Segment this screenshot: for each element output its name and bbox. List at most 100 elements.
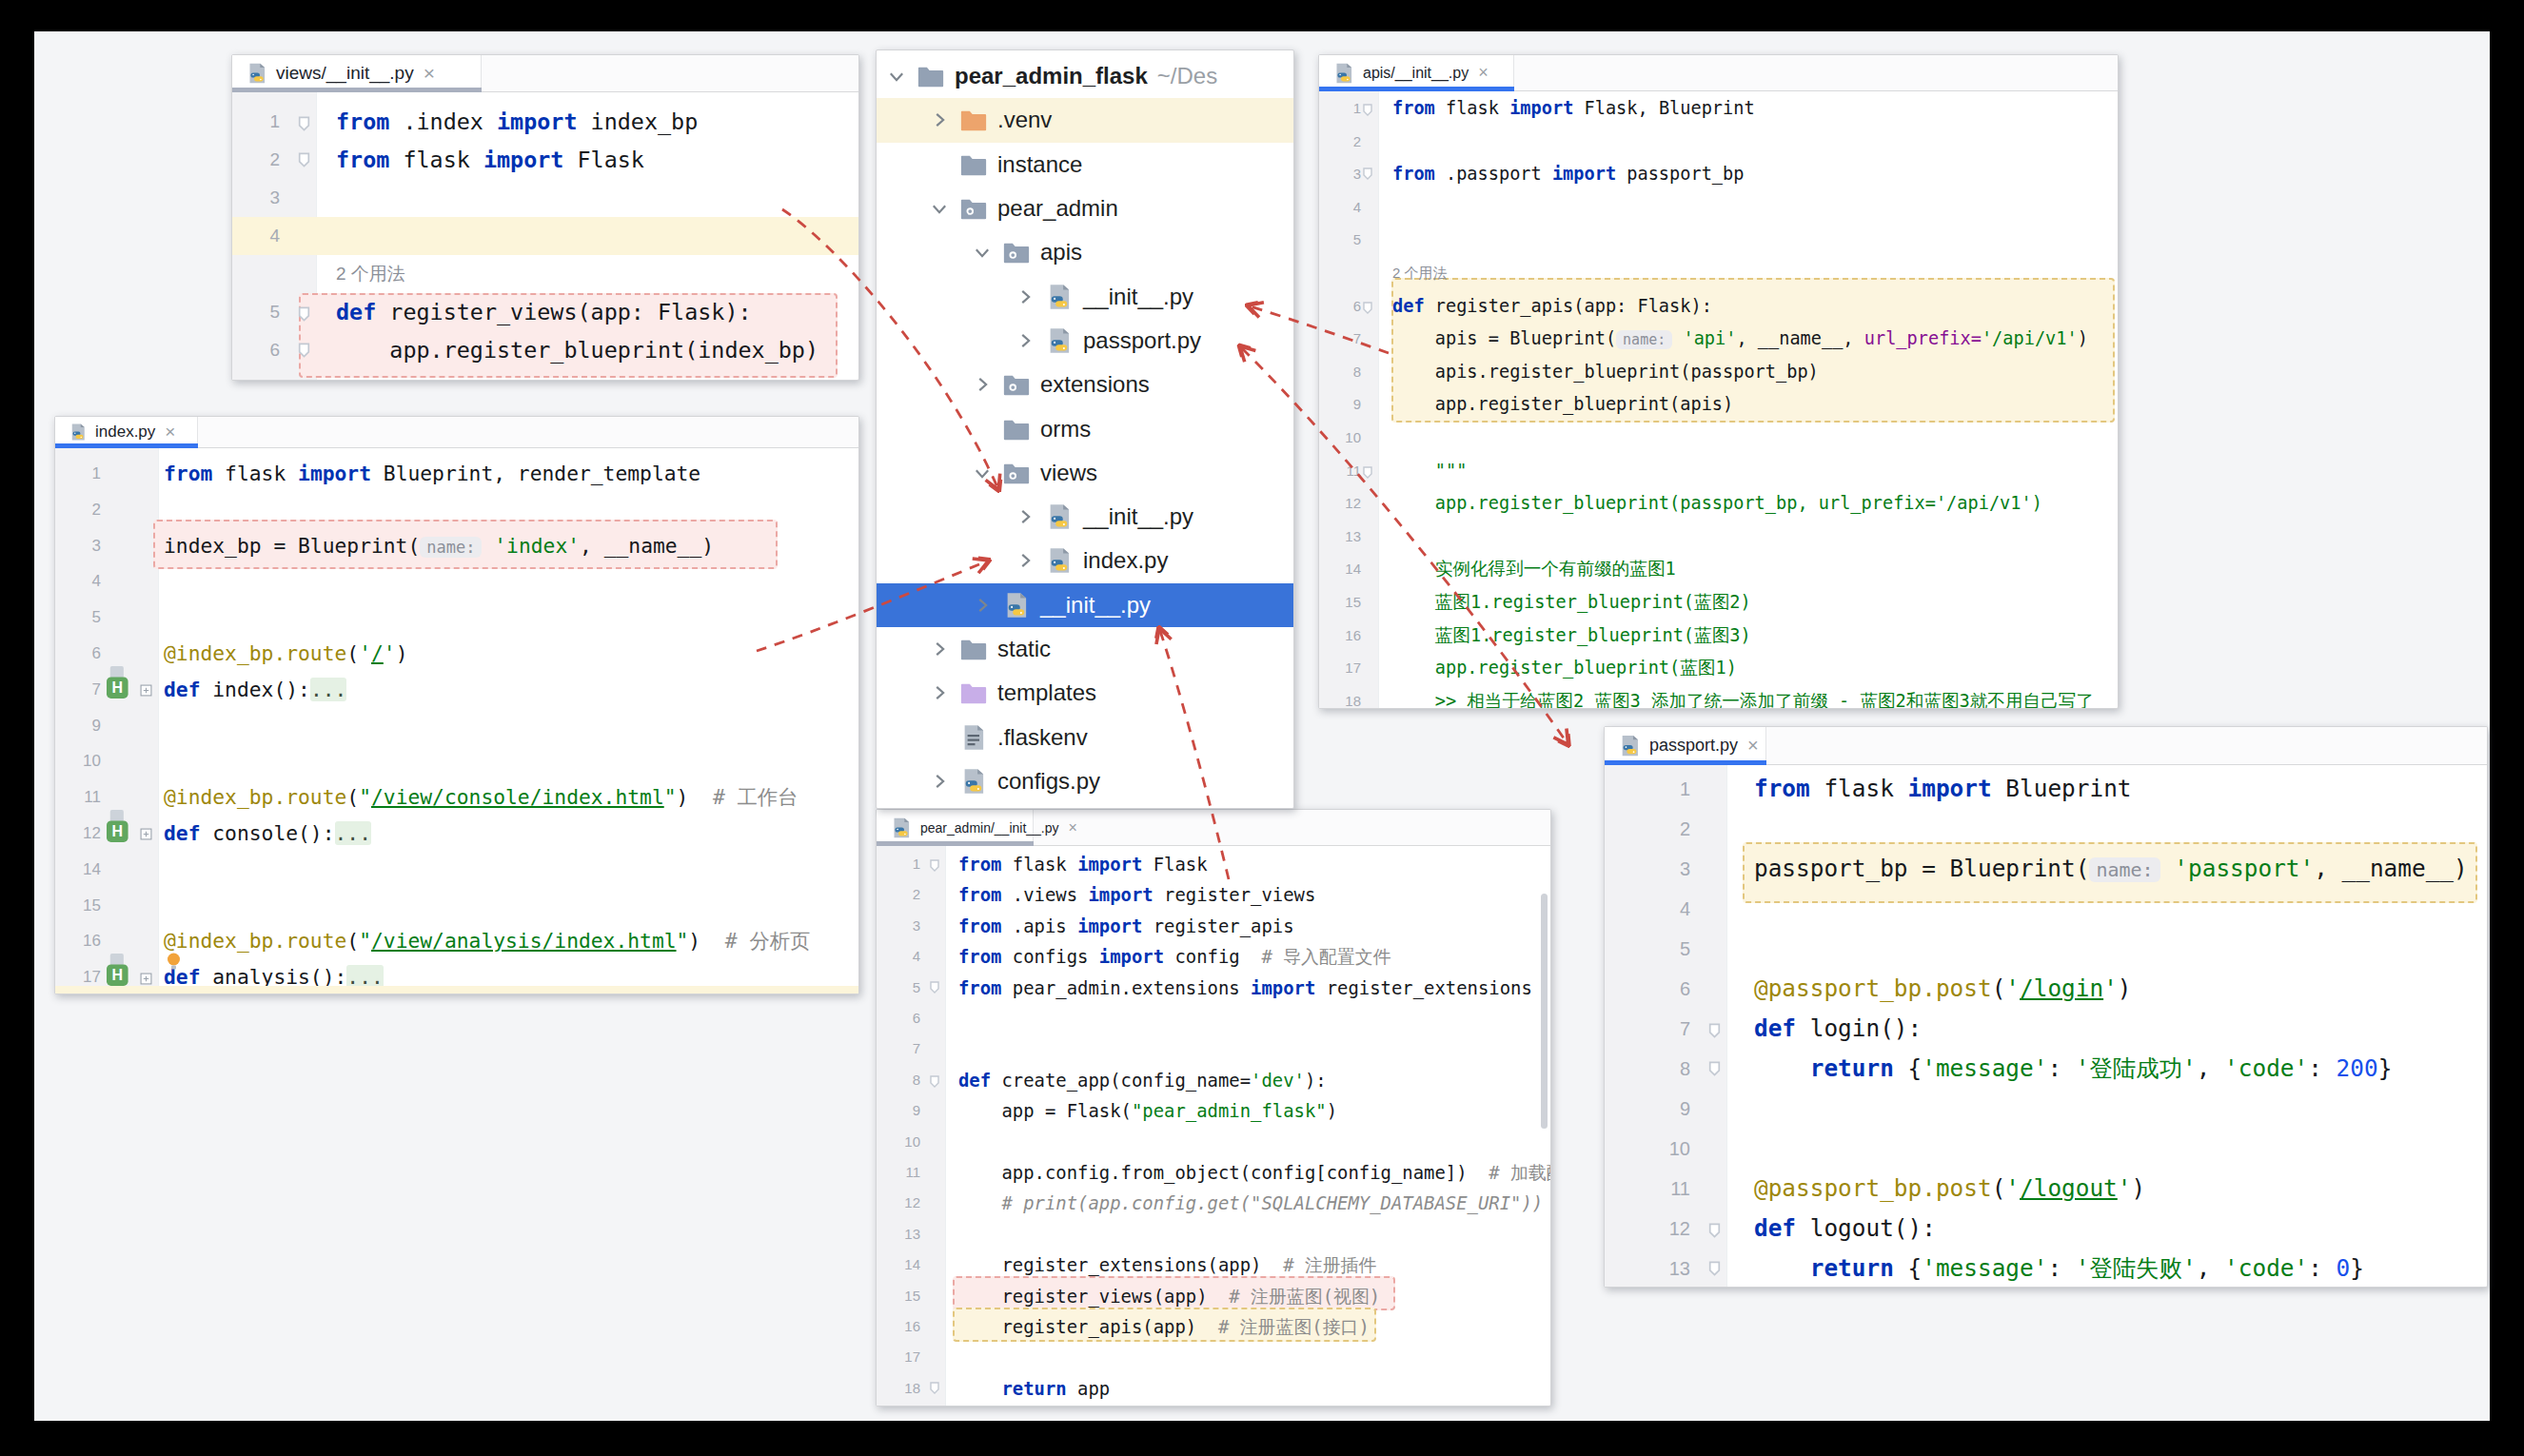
tree-item-templates[interactable]: templates [877,671,1293,715]
chevron-right-icon[interactable] [1015,330,1035,351]
fold-marker-icon[interactable] [929,1381,940,1399]
tree-item-.flaskenv[interactable]: .flaskenv [877,716,1293,759]
fold-marker-icon[interactable] [1362,167,1373,185]
code-line: 6@index_bp.route('/') [55,636,858,672]
tree-item--init-.py[interactable]: __init__.py [877,495,1293,539]
tab-views-init[interactable]: views/__init__.py× [232,55,482,91]
line-number: 8 [1319,356,1361,389]
line-number: 18 [877,1373,920,1404]
code-line: 5from pear_admin.extensions import regis… [877,973,1550,1003]
code-line: 9 app.register_blueprint(apis) [1319,388,2118,422]
code-line: 16 register_apis(app) # 注册蓝图(接口) [877,1311,1550,1342]
tab-passport[interactable]: passport.py× [1605,727,1766,764]
tree-item-pear-admin-flask[interactable]: pear_admin_flask~/Des [877,54,1293,98]
fold-marker-icon[interactable] [1707,1022,1722,1043]
chevron-right-icon[interactable] [972,595,993,616]
tree-item-.venv[interactable]: .venv [877,98,1293,142]
chevron-right-icon[interactable] [1015,286,1035,307]
tree-item--init-.py[interactable]: __init__.py [877,583,1293,627]
code-line: 4 [1319,191,2118,225]
chevron-right-icon[interactable] [972,374,993,395]
fold-marker-icon[interactable] [1707,1060,1722,1081]
fold-marker-icon[interactable] [297,305,311,326]
tree-item-index.py[interactable]: index.py [877,539,1293,582]
tree-item-extensions[interactable]: extensions [877,363,1293,406]
tree-item-label: __init__.py [1040,592,1151,619]
chevron-right-icon[interactable] [929,771,950,792]
fold-marker-icon[interactable] [1707,1222,1722,1243]
svg-text:H: H [112,968,124,984]
fold-marker-icon[interactable] [140,827,152,844]
chevron-down-icon[interactable] [929,198,950,219]
fold-marker-icon[interactable] [297,151,311,172]
tab-label: pear_admin/__init__.py [920,820,1059,836]
line-number: 6 [232,331,280,369]
tree-item-passport.py[interactable]: passport.py [877,319,1293,363]
tab-apis-init[interactable]: apis/__init__.py × [1319,55,1514,90]
fold-marker-icon[interactable] [1362,465,1373,483]
intention-bulb-icon[interactable] [166,952,182,974]
fold-marker-icon[interactable] [929,980,940,998]
line-number: 15 [1319,586,1361,620]
tree-item-instance[interactable]: instance [877,143,1293,187]
usages-inlay[interactable]: 2 个用法 [1392,257,1448,290]
tab-close-icon[interactable]: × [165,422,175,443]
code-line: 8 apis.register_blueprint(passport_bp) [1319,356,2118,389]
chevron-right-icon[interactable] [929,682,950,703]
code-line: 11 """ [1319,455,2118,488]
code-line: 14 实例化得到一个有前缀的蓝图1 [1319,553,2118,586]
tree-item--init-.py[interactable]: __init__.py [877,275,1293,319]
usages-inlay[interactable]: 2 个用法 [336,255,405,293]
code-line: 1from flask import Blueprint, render_tem… [55,456,858,492]
code-line: 9 app = Flask("pear_admin_flask") [877,1095,1550,1126]
chevron-right-icon[interactable] [1015,506,1035,527]
http-handler-gutter-icon[interactable]: H [107,810,137,848]
tab-close-icon[interactable]: × [1069,819,1077,836]
line-number: 14 [877,1249,920,1280]
tab-pear-admin-init[interactable]: pear_admin/__init__.py× [877,810,1034,845]
code-line: 12 # print(app.config.get("SQLALCHEMY_DA… [877,1188,1550,1218]
code-line: 11@passport_bp.post('/logout') [1605,1169,2487,1209]
code-line: 1from flask import Flask [877,849,1550,879]
tab-close-icon[interactable]: × [424,62,435,85]
line-number: 2 [1605,809,1690,849]
fold-marker-icon[interactable] [297,342,311,363]
http-handler-gutter-icon[interactable]: H [107,666,137,704]
line-number: 9 [1319,388,1361,422]
line-number: 12 [877,1188,920,1218]
code-line: 7 apis = Blueprint(name: 'api', __name__… [1319,323,2118,356]
line-number: 1 [1605,769,1690,809]
line-number: 12 [1605,1209,1690,1249]
python-file-icon [890,817,913,839]
tree-item-orms[interactable]: orms [877,406,1293,450]
line-number: 16 [1319,620,1361,653]
chevron-down-icon[interactable] [886,66,907,87]
fold-marker-icon[interactable] [1362,103,1373,121]
chevron-right-icon[interactable] [929,109,950,130]
tab-close-icon[interactable]: × [1478,63,1489,83]
tree-item-configs.py[interactable]: configs.py [877,759,1293,803]
fold-marker-icon[interactable] [929,1074,940,1092]
fold-marker-icon[interactable] [297,115,311,136]
fold-marker-icon[interactable] [929,858,940,876]
fold-marker-icon[interactable] [1362,301,1373,319]
chevron-right-icon[interactable] [1015,550,1035,571]
line-number: 7 [1605,1009,1690,1049]
tab-close-icon[interactable]: × [1747,735,1759,757]
fold-marker-icon[interactable] [140,683,152,700]
tab-label: apis/__init__.py [1363,65,1469,82]
code-line: 11@index_bp.route("/view/console/index.h… [55,779,858,816]
tree-item-pear-admin[interactable]: pear_admin [877,187,1293,230]
tab-index[interactable]: index.py× [55,417,198,447]
chevron-down-icon[interactable] [972,242,993,263]
tree-item-views[interactable]: views [877,451,1293,495]
tree-item-static[interactable]: static [877,627,1293,671]
line-number: 11 [877,1157,920,1188]
scrollbar-thumb[interactable] [1541,894,1548,1129]
fold-marker-icon[interactable] [1707,1260,1722,1281]
tree-item-apis[interactable]: apis [877,230,1293,274]
code-line: 3from .apis import register_apis [877,911,1550,941]
tree-item-label: templates [997,679,1096,706]
chevron-right-icon[interactable] [929,639,950,659]
chevron-down-icon[interactable] [972,462,993,483]
